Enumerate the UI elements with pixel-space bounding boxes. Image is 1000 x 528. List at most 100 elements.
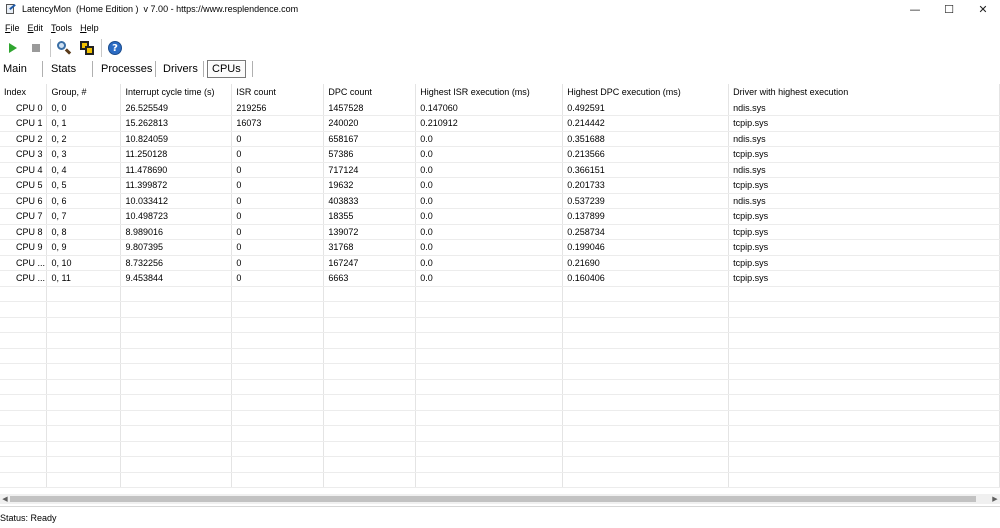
empty-cell bbox=[728, 301, 1000, 318]
empty-cell bbox=[728, 379, 1000, 395]
cell: 0 bbox=[231, 177, 325, 194]
table-row[interactable]: CPU 4 0, 4 11.478690 0 717124 0.0 0.366151 ndis… bbox=[0, 162, 1000, 178]
empty-row bbox=[0, 348, 1000, 364]
empty-row bbox=[0, 456, 1000, 473]
cell: 0 bbox=[231, 146, 325, 163]
tab-stats[interactable]: Stats bbox=[51, 59, 76, 79]
empty-cell bbox=[231, 441, 325, 457]
tab-separator bbox=[155, 61, 156, 77]
cpu-table[interactable]: Index Group, # Interrupt cycle time (s) … bbox=[0, 84, 1000, 494]
cell: CPU 5 bbox=[0, 177, 48, 194]
table-row[interactable]: CPU ... 0, 11 9.453844 0 6663 0.0 0.160406 tcpi… bbox=[0, 270, 1000, 287]
table-row[interactable]: CPU 7 0, 7 10.498723 0 18355 0.0 0.137899 tcpip… bbox=[0, 208, 1000, 225]
cell: 18355 bbox=[323, 208, 417, 225]
toolbar: ? bbox=[0, 37, 1000, 59]
tab-drivers[interactable]: Drivers bbox=[163, 59, 198, 79]
close-button[interactable]: ✕ bbox=[966, 0, 1000, 18]
cell: CPU 4 bbox=[0, 162, 48, 178]
cell: CPU ... bbox=[0, 270, 48, 287]
table-row[interactable]: CPU 6 0, 6 10.033412 0 403833 0.0 0.537239 ndis… bbox=[0, 193, 1000, 209]
table-row[interactable]: CPU 5 0, 5 11.399872 0 19632 0.0 0.201733 tcpip… bbox=[0, 177, 1000, 194]
cell: 0, 10 bbox=[46, 255, 122, 271]
window-title: LatencyMon (Home Edition ) v 7.00 - http… bbox=[22, 4, 299, 14]
scrollbar-thumb[interactable] bbox=[10, 496, 976, 502]
analyze-button[interactable] bbox=[54, 38, 74, 58]
windows-button[interactable] bbox=[77, 38, 97, 58]
empty-cell bbox=[323, 348, 417, 364]
help-icon: ? bbox=[108, 41, 122, 55]
empty-cell bbox=[728, 286, 1000, 302]
cell: tcpip.sys bbox=[728, 239, 1000, 256]
minimize-button[interactable]: — bbox=[898, 0, 932, 18]
empty-cell bbox=[415, 286, 564, 302]
empty-row bbox=[0, 317, 1000, 333]
stop-button[interactable] bbox=[26, 38, 46, 58]
tab-main[interactable]: Main bbox=[3, 59, 27, 79]
tab-cpus[interactable]: CPUs bbox=[207, 60, 246, 78]
cell: ndis.sys bbox=[728, 193, 1000, 209]
table-row[interactable]: CPU 8 0, 8 8.989016 0 139072 0.0 0.258734 tcpip… bbox=[0, 224, 1000, 240]
empty-cell bbox=[231, 472, 325, 488]
help-button[interactable]: ? bbox=[105, 38, 125, 58]
menu-file[interactable]: File bbox=[0, 23, 23, 33]
scroll-right-arrow-icon[interactable]: ▶ bbox=[990, 494, 1000, 504]
empty-cell bbox=[231, 332, 325, 349]
empty-cell bbox=[0, 456, 48, 473]
cell: 0 bbox=[231, 208, 325, 225]
column-header-driver[interactable]: Driver with highest execution bbox=[728, 84, 1000, 100]
column-header-isr-count[interactable]: ISR count bbox=[231, 84, 325, 100]
column-header-group[interactable]: Group, # bbox=[46, 84, 122, 100]
cell: 0.351688 bbox=[562, 131, 730, 147]
empty-cell bbox=[0, 410, 48, 426]
empty-cell bbox=[46, 441, 122, 457]
table-row[interactable]: CPU 1 0, 1 15.262813 16073 240020 0.210912 0.2… bbox=[0, 115, 1000, 132]
tab-processes[interactable]: Processes bbox=[101, 59, 152, 79]
cell: 0.0 bbox=[415, 208, 564, 225]
table-row[interactable]: CPU 9 0, 9 9.807395 0 31768 0.0 0.199046 tcpip.… bbox=[0, 239, 1000, 256]
empty-cell bbox=[0, 379, 48, 395]
column-header-highest-isr[interactable]: Highest ISR execution (ms) bbox=[415, 84, 564, 100]
cell: 9.807395 bbox=[120, 239, 233, 256]
column-header-index[interactable]: Index bbox=[0, 84, 48, 100]
windows-icon bbox=[80, 41, 94, 55]
menu-help[interactable]: Help bbox=[75, 23, 102, 33]
start-button[interactable] bbox=[3, 38, 23, 58]
cell: 0.537239 bbox=[562, 193, 730, 209]
empty-cell bbox=[323, 472, 417, 488]
cell: 0.137899 bbox=[562, 208, 730, 225]
table-row[interactable]: CPU 0 0, 0 26.525549 219256 1457528 0.147060 0… bbox=[0, 100, 1000, 116]
empty-cell bbox=[415, 317, 564, 333]
cell: CPU 6 bbox=[0, 193, 48, 209]
table-row[interactable]: CPU 3 0, 3 11.250128 0 57386 0.0 0.213566 tcpip… bbox=[0, 146, 1000, 163]
tab-separator bbox=[92, 61, 93, 77]
app-icon bbox=[4, 3, 16, 15]
menu-tools[interactable]: Tools bbox=[46, 23, 75, 33]
column-header-interrupt-cycle-time[interactable]: Interrupt cycle time (s) bbox=[120, 84, 233, 100]
title-bar: LatencyMon (Home Edition ) v 7.00 - http… bbox=[0, 0, 1000, 18]
cell: 0.213566 bbox=[562, 146, 730, 163]
empty-cell bbox=[323, 363, 417, 380]
cell: 717124 bbox=[323, 162, 417, 178]
menu-edit[interactable]: Edit bbox=[23, 23, 47, 33]
column-header-highest-dpc[interactable]: Highest DPC execution (ms) bbox=[562, 84, 730, 100]
maximize-button[interactable]: ☐ bbox=[932, 0, 966, 18]
table-row[interactable]: CPU 2 0, 2 10.824059 0 658167 0.0 0.351688 ndis… bbox=[0, 131, 1000, 147]
empty-cell bbox=[46, 317, 122, 333]
empty-cell bbox=[415, 456, 564, 473]
column-header-dpc-count[interactable]: DPC count bbox=[323, 84, 417, 100]
empty-cell bbox=[415, 441, 564, 457]
empty-cell bbox=[323, 379, 417, 395]
cell: 19632 bbox=[323, 177, 417, 194]
empty-cell bbox=[0, 425, 48, 442]
horizontal-scrollbar[interactable]: ◀ ▶ bbox=[0, 494, 1000, 504]
empty-cell bbox=[415, 410, 564, 426]
empty-cell bbox=[120, 348, 233, 364]
cell: 1457528 bbox=[323, 100, 417, 116]
cell: 0.199046 bbox=[562, 239, 730, 256]
cell: 8.732256 bbox=[120, 255, 233, 271]
cell: 0.210912 bbox=[415, 115, 564, 132]
scroll-left-arrow-icon[interactable]: ◀ bbox=[0, 494, 10, 504]
table-row[interactable]: CPU ... 0, 10 8.732256 0 167247 0.0 0.21690 tcp… bbox=[0, 255, 1000, 271]
empty-cell bbox=[415, 332, 564, 349]
magnifier-icon bbox=[57, 41, 72, 55]
